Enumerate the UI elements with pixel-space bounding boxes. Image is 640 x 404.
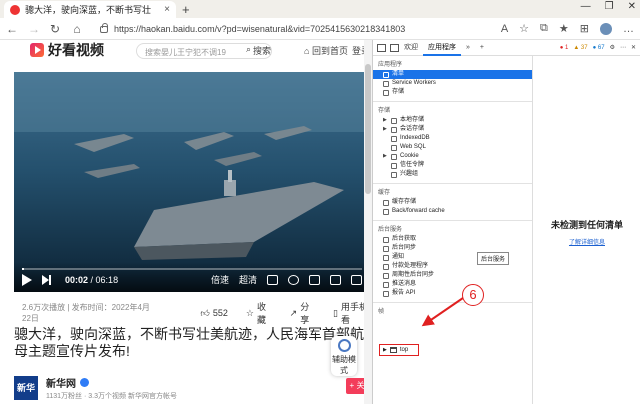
favorite-label: 收藏 <box>256 302 266 325</box>
more-menu-icon[interactable]: … <box>623 23 634 35</box>
author-stats: 1131万粉丝 · 3.3万个视频 新华网官方帐号 <box>46 393 177 400</box>
toolbar-actions: A ☆ ⧉ ★ ⊞ … <box>501 22 634 35</box>
empty-manifest-message: 未检测到任何清单 <box>550 220 623 230</box>
home-link[interactable]: ⌂ 回到首页 <box>304 44 348 57</box>
back-button[interactable]: ← <box>6 22 18 36</box>
video-player[interactable]: 00:02 / 06:18 倍速 超清 <box>14 72 370 292</box>
page-scrollbar-thumb[interactable] <box>365 64 371 194</box>
lock-icon <box>100 23 108 33</box>
search-button[interactable]: ⌕ 搜索 <box>246 44 271 57</box>
browser-toolbar: ← → ↻ ⌂ https://haokan.baidu.com/v?pd=wi… <box>0 18 640 40</box>
home-icon: ⌂ <box>304 46 310 56</box>
screenshot-icon[interactable] <box>288 274 299 285</box>
forward-button[interactable]: → <box>28 22 40 36</box>
collections-icon[interactable]: ⊞ <box>580 22 589 35</box>
share-icon: ↗ <box>289 307 298 318</box>
author-name-row[interactable]: 新华网 <box>46 375 89 390</box>
progress-bar[interactable] <box>22 268 362 270</box>
read-aloud-icon[interactable]: A <box>501 23 508 35</box>
devtools-panel: 欢迎 应用程序 » + ● 1 ▲ 37 ● 67 ⚙ ⋯ ✕ 应用程序 清单 … <box>372 40 640 404</box>
new-tab-button[interactable]: + <box>182 2 190 17</box>
favorites-icon[interactable]: ★ <box>559 22 569 35</box>
site-logo-text[interactable]: 好看视频 <box>48 40 104 60</box>
home-link-label: 回到首页 <box>311 46 348 56</box>
like-count: 552 <box>212 308 228 318</box>
haokan-logo-icon[interactable] <box>30 43 44 57</box>
learn-more-link[interactable]: 了解详细信息 <box>533 237 640 246</box>
video-meta-row: 2.6万次播放 | 发布时间：2022年4月22日 👍︎ 552 ☆ 收藏 ↗ … <box>22 300 372 326</box>
tab-title: 骢大洋，驶向深蓝，不断书写壮 <box>25 5 152 15</box>
control-row: 00:02 / 06:18 倍速 超清 <box>22 273 362 286</box>
profile-avatar[interactable] <box>600 22 612 35</box>
window-controls: — ❐ ✕ <box>581 1 636 12</box>
speed-button[interactable]: 倍速 <box>211 273 229 286</box>
home-button[interactable]: ⌂ <box>72 22 82 36</box>
time-display: 00:02 / 06:18 <box>65 275 118 285</box>
share-label: 分享 <box>300 302 310 325</box>
verified-icon <box>80 378 89 387</box>
minimize-button[interactable]: — <box>581 1 591 12</box>
site-header: 好看视频 搜索晏儿王宁犯不调19 ⌕ 搜索 ⌂ 回到首页 登录 <box>0 40 372 60</box>
thumbs-up-icon: 👍︎ <box>200 307 210 318</box>
duration: / 06:18 <box>90 274 119 285</box>
search-icon: ⌕ <box>246 44 252 54</box>
accessibility-icon <box>337 339 351 352</box>
favorite-button[interactable]: ☆ 收藏 <box>246 300 272 326</box>
star-icon: ☆ <box>245 307 254 318</box>
address-bar[interactable]: https://haokan.baidu.com/v?pd=wisenatura… <box>100 21 486 37</box>
share-button[interactable]: ↗ 分享 <box>290 300 315 326</box>
assist-mode-label: 辅助模式 <box>332 355 356 375</box>
phone-icon: ▯ <box>332 307 338 318</box>
progress-fill <box>22 268 24 270</box>
widescreen-icon[interactable] <box>330 274 341 285</box>
assist-mode-button[interactable]: 辅助模式 <box>331 336 357 376</box>
video-title: 骢大洋，驶向深蓝，不断书写壮美航迹，人民海军首部航母主题宣传片发布! <box>14 326 364 359</box>
manifest-pane: 未检测到任何清单 了解详细信息 <box>533 56 640 404</box>
favorite-star-icon[interactable]: ☆ <box>519 22 529 35</box>
author-avatar[interactable]: 新华 <box>14 376 38 400</box>
close-window-button[interactable]: ✕ <box>628 1 636 12</box>
player-controls: 00:02 / 06:18 倍速 超清 <box>14 262 370 292</box>
next-icon[interactable] <box>42 274 51 285</box>
author-name: 新华网 <box>46 379 76 390</box>
site-favicon-icon <box>10 4 20 15</box>
author-card: 新华 新华网 1131万粉丝 · 3.3万个视频 新华网官方帐号 + 关注 <box>14 374 372 404</box>
split-screen-icon[interactable]: ⧉ <box>540 22 548 35</box>
page-scrollbar[interactable] <box>364 40 372 404</box>
like-button[interactable]: 👍︎ 552 <box>200 308 227 319</box>
video-frame-image <box>14 72 370 292</box>
pip-icon[interactable] <box>309 274 320 285</box>
reload-button[interactable]: ↻ <box>50 22 60 36</box>
volume-icon[interactable] <box>267 274 278 285</box>
maximize-button[interactable]: ❐ <box>605 1 614 12</box>
views-and-date: 2.6万次播放 | 发布时间：2022年4月22日 <box>22 303 150 323</box>
tab-strip: 骢大洋，驶向深蓝，不断书写壮 × + — ❐ ✕ <box>0 0 640 18</box>
tab-close-icon[interactable]: × <box>164 4 170 15</box>
url-text[interactable]: https://haokan.baidu.com/v?pd=wisenatura… <box>114 24 405 34</box>
search-button-label: 搜索 <box>253 46 272 56</box>
current-time: 00:02 <box>65 274 89 285</box>
quality-button[interactable]: 超清 <box>239 273 257 286</box>
web-page: 好看视频 搜索晏儿王宁犯不调19 ⌕ 搜索 ⌂ 回到首页 登录 00:02 / … <box>0 40 372 404</box>
play-icon[interactable] <box>22 273 32 286</box>
browser-tab-active[interactable]: 骢大洋，驶向深蓝，不断书写壮 × <box>4 1 176 18</box>
fullscreen-icon[interactable] <box>351 274 362 285</box>
